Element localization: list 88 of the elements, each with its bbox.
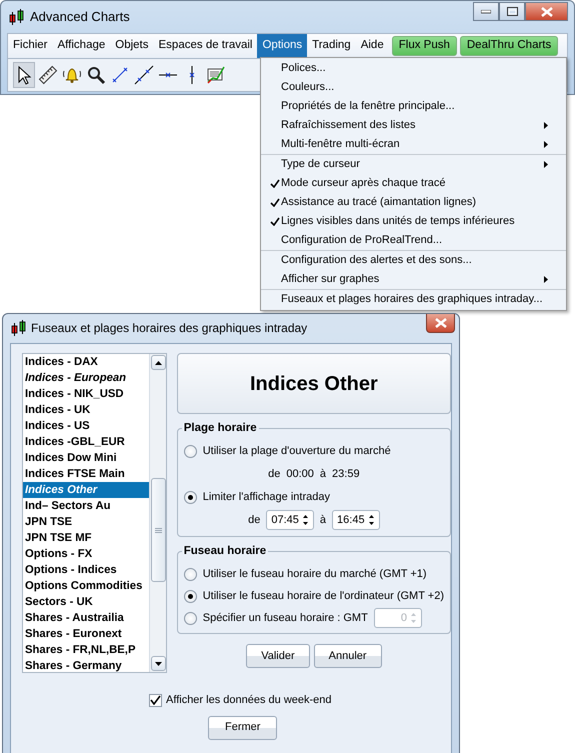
menu-option[interactable]: Propriétés de la fenêtre principale... <box>261 97 566 116</box>
menu-item[interactable]: Espaces de travail <box>154 34 258 58</box>
maximize-button[interactable] <box>499 2 525 21</box>
list-item[interactable]: Options - FX <box>23 546 149 562</box>
list-item[interactable]: Shares - Germany <box>23 658 149 672</box>
market-title: Indices Other <box>176 353 451 414</box>
time-spinner[interactable]: 16:45 <box>332 510 380 530</box>
option-label: Utiliser le fuseau horaire de l'ordinateur (GMT +2) <box>202 588 444 604</box>
menu-option[interactable]: Couleurs... <box>261 78 566 97</box>
vertical-line-icon <box>189 66 195 84</box>
menu-item[interactable]: Objets <box>110 34 154 58</box>
window-title: Fuseaux et plages horaires des graphiques intraday <box>31 320 308 337</box>
menu-option[interactable]: Configuration des alertes et des sons... <box>261 251 566 270</box>
list-item[interactable]: Indices - NIK_USD <box>23 386 149 402</box>
list-item[interactable]: Indices - UK <box>23 402 149 418</box>
list-item[interactable]: Indices Dow Mini <box>23 450 149 466</box>
from-label: de <box>268 466 280 482</box>
close-icon[interactable] <box>434 318 446 328</box>
scrollbar[interactable] <box>148 354 166 672</box>
option-label: Utiliser la plage d'ouverture du marché <box>202 444 391 459</box>
list-item[interactable]: Sectors - UK <box>23 594 149 610</box>
checkbox-label: Afficher les données du week-end <box>166 693 332 708</box>
close-icon[interactable] <box>540 6 552 16</box>
radio-button[interactable] <box>184 444 197 458</box>
close-dialog-button[interactable]: Fermer <box>208 716 278 740</box>
menu-option[interactable]: Mode curseur après chaque tracé <box>261 174 566 193</box>
app-logo-icon <box>9 9 24 25</box>
menu-option[interactable]: Assistance au tracé (aimantation lignes) <box>261 193 566 212</box>
menu-item[interactable]: Aide <box>356 34 389 58</box>
from-label: de <box>248 512 260 528</box>
list-item[interactable]: JPN TSE <box>23 514 149 530</box>
to-label: à <box>320 512 326 528</box>
menu-item[interactable]: Options <box>257 34 308 58</box>
dialog-button[interactable]: Valider <box>246 644 310 668</box>
radio-button[interactable] <box>184 590 197 602</box>
line-segment-icon <box>110 65 130 85</box>
close-button[interactable] <box>525 2 568 21</box>
list-item[interactable]: Shares - Euronext <box>23 626 149 642</box>
list-item[interactable]: JPN TSE MF <box>23 530 149 546</box>
list-item[interactable]: Indices Other <box>23 482 149 498</box>
dialog-button[interactable]: Annuler <box>314 644 382 668</box>
menu-item[interactable]: Fichier <box>8 34 53 58</box>
menu-option[interactable]: Rafraîchissement des listes <box>261 116 566 135</box>
list-item[interactable]: Shares - Austrailia <box>23 610 149 626</box>
option-label: Utiliser le fuseau horaire du marché (GMT +1) <box>202 566 427 582</box>
menu-option[interactable]: Multi-fenêtre multi-écran <box>261 135 566 154</box>
list-item[interactable]: Indices FTSE Main <box>23 466 149 482</box>
horizontal-line-icon <box>159 72 177 78</box>
toolbar-button[interactable]: DealThru Charts <box>460 36 558 56</box>
close-button[interactable] <box>426 314 455 333</box>
menu-option[interactable]: Type de curseur <box>261 155 566 174</box>
menu-option[interactable]: Lignes visibles dans unités de temps inférieures <box>261 212 566 231</box>
toolbar-button[interactable]: Flux Push <box>392 36 457 56</box>
list-item[interactable]: Shares - FR,NL,BE,P <box>23 642 149 658</box>
minimize-button[interactable] <box>473 2 499 21</box>
list-item[interactable]: Indices - European <box>23 370 149 386</box>
maximize-icon[interactable] <box>506 7 518 16</box>
trend-line-icon <box>134 65 154 85</box>
app-logo-icon <box>11 320 26 336</box>
time-text: 23:59 <box>332 466 360 482</box>
list-item[interactable]: Indices -GBL_EUR <box>23 434 149 450</box>
checkbox[interactable] <box>149 694 162 707</box>
menu-option[interactable]: Polices... <box>261 59 566 78</box>
menu-item[interactable]: Affichage <box>52 34 110 58</box>
list-item[interactable]: Options - Indices <box>23 562 149 578</box>
menu-option[interactable]: Fuseaux et plages horaires des graphiques intraday... <box>261 290 566 309</box>
tool-button[interactable] <box>13 62 35 88</box>
option-label: Limiter l'affichage intraday <box>202 490 330 505</box>
menu-option[interactable]: Configuration de ProRealTrend... <box>261 231 566 250</box>
radio-button[interactable] <box>184 568 197 580</box>
minimize-icon[interactable] <box>481 10 491 14</box>
scroll-up-icon[interactable] <box>154 360 162 364</box>
window-title: Advanced Charts <box>30 8 130 26</box>
indicator-chart-icon <box>206 65 226 85</box>
radio-button[interactable] <box>184 490 197 504</box>
time-text: 00:00 <box>286 466 314 482</box>
menu-option[interactable]: Afficher sur graphes <box>261 270 566 289</box>
list-item[interactable]: Ind– Sectors Au <box>23 498 149 514</box>
option-label: Spécifier un fuseau horaire : GMT <box>202 610 368 626</box>
to-label: à <box>320 466 326 482</box>
time-spinner[interactable]: 07:45 <box>266 510 314 530</box>
menu-item[interactable]: Trading <box>307 34 356 58</box>
list-item[interactable]: Indices - US <box>23 418 149 434</box>
search-icon <box>86 65 106 85</box>
list-item[interactable]: Indices - DAX <box>23 354 149 370</box>
list-item[interactable]: Options Commodities <box>23 578 149 594</box>
scroll-down-icon[interactable] <box>154 662 162 666</box>
scrollbar-thumb[interactable] <box>150 478 166 582</box>
